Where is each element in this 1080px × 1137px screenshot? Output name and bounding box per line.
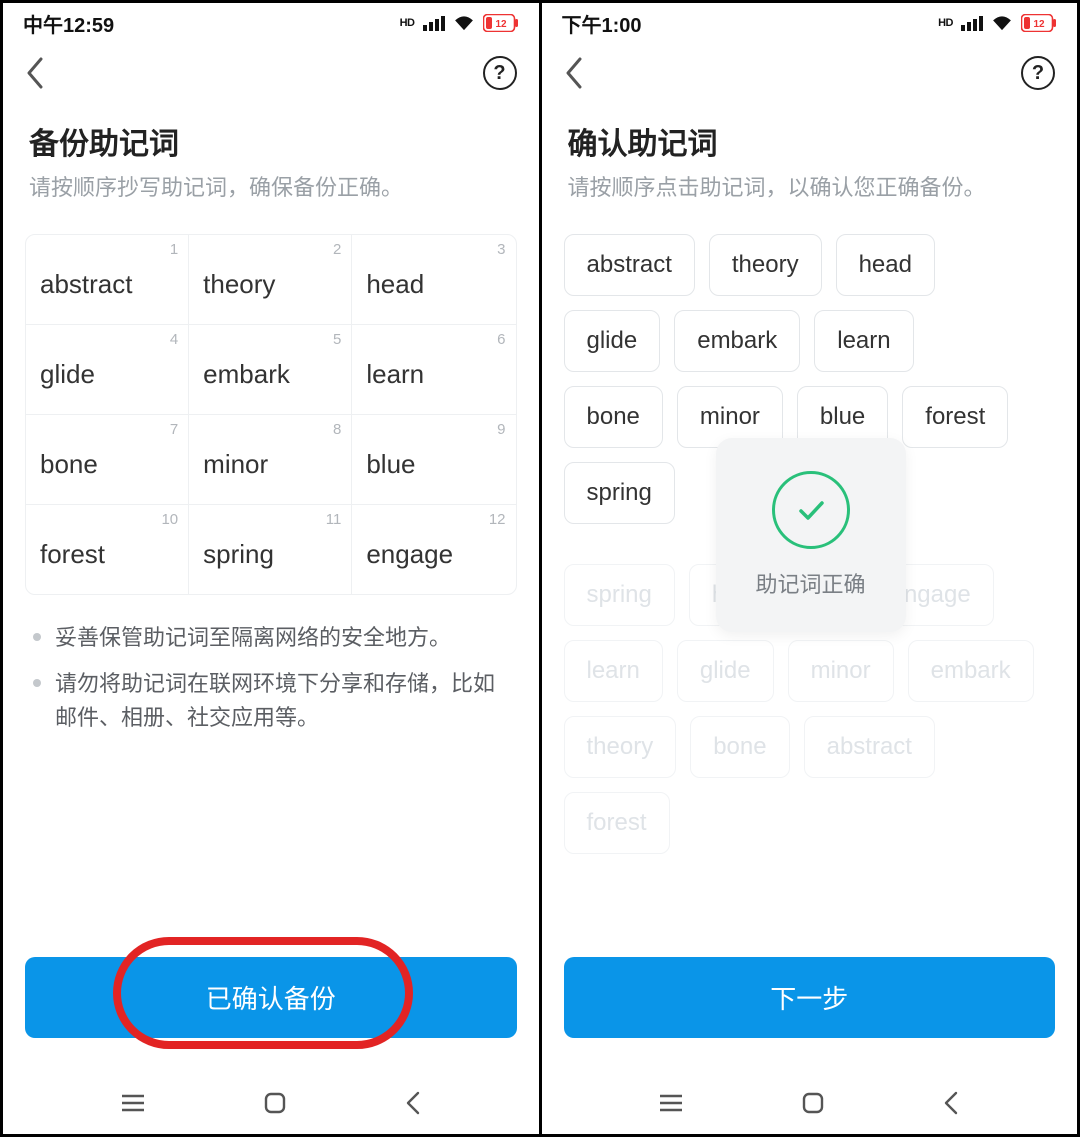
selected-word[interactable]: learn <box>814 310 913 372</box>
mnemonic-cell: 2theory <box>189 235 352 325</box>
mnemonic-cell: 7bone <box>26 415 189 505</box>
status-right: HD 12 <box>400 14 519 32</box>
selected-word[interactable]: bone <box>564 386 663 448</box>
help-icon[interactable]: ? <box>483 56 517 90</box>
mnemonic-word: learn <box>366 359 424 389</box>
page-title: 确认助记词 <box>568 119 1052 163</box>
status-bar: 中午12:59 HD 12 <box>3 3 539 43</box>
page-title: 备份助记词 <box>29 119 513 163</box>
bottom-nav <box>3 1090 539 1116</box>
mnemonic-word: glide <box>40 359 95 389</box>
heading: 确认助记词 请按顺序点击助记词，以确认您正确备份。 <box>542 103 1078 210</box>
signal-icon <box>423 15 445 31</box>
mnemonic-word: head <box>366 269 424 299</box>
selected-word[interactable]: theory <box>709 234 822 296</box>
mnemonic-word: minor <box>203 449 268 479</box>
mnemonic-cell: 1abstract <box>26 235 189 325</box>
mnemonic-word: blue <box>366 449 415 479</box>
pool-word[interactable]: spring <box>564 564 675 626</box>
status-time: 下午1:00 <box>562 9 642 38</box>
screen-confirm: 下午1:00 HD 12 ? 确认助记词 请按顺序点击助记 <box>542 3 1078 1134</box>
notes: 妥善保管助记词至隔离网络的安全地方。 请勿将助记词在联网环境下分享和存储，比如邮… <box>33 621 509 747</box>
wifi-icon <box>453 15 475 31</box>
success-toast: 助记词正确 <box>716 438 906 632</box>
battery-icon: 12 <box>1021 14 1057 32</box>
mnemonic-word: embark <box>203 359 290 389</box>
pool-word[interactable]: abstract <box>804 716 935 778</box>
mnemonic-word: theory <box>203 269 275 299</box>
mnemonic-word: engage <box>366 539 453 569</box>
back-icon[interactable] <box>25 57 45 89</box>
selected-word[interactable]: abstract <box>564 234 695 296</box>
pool-word[interactable]: theory <box>564 716 677 778</box>
heading: 备份助记词 请按顺序抄写助记词，确保备份正确。 <box>3 103 539 210</box>
bullet-icon <box>33 633 41 641</box>
mnemonic-confirm-area: abstract theory head glide embark learn … <box>564 234 1056 868</box>
mnemonic-cell: 3head <box>352 235 515 325</box>
hd-icon: HD <box>938 17 953 29</box>
pool-word[interactable]: forest <box>564 792 670 854</box>
pool-word[interactable]: minor <box>788 640 894 702</box>
bottom-nav <box>542 1090 1078 1116</box>
home-icon[interactable] <box>801 1091 825 1115</box>
wifi-icon <box>991 15 1013 31</box>
success-text: 助记词正确 <box>755 567 865 599</box>
selected-word[interactable]: embark <box>674 310 800 372</box>
mnemonic-cell: 12engage <box>352 505 515 594</box>
note-item: 妥善保管助记词至隔离网络的安全地方。 <box>33 621 509 655</box>
battery-icon: 12 <box>483 14 519 32</box>
selected-word[interactable]: forest <box>902 386 1008 448</box>
back-icon[interactable] <box>564 57 584 89</box>
mnemonic-word: bone <box>40 449 98 479</box>
mnemonic-cell: 4glide <box>26 325 189 415</box>
svg-text:12: 12 <box>495 19 507 30</box>
page-subtitle: 请按顺序点击助记词，以确认您正确备份。 <box>568 173 1052 204</box>
mnemonic-grid: 1abstract 2theory 3head 4glide 5embark 6… <box>25 234 517 595</box>
status-right: HD 12 <box>938 14 1057 32</box>
mnemonic-cell: 5embark <box>189 325 352 415</box>
selected-word[interactable]: glide <box>564 310 661 372</box>
next-step-button[interactable]: 下一步 <box>564 957 1056 1038</box>
mnemonic-word: forest <box>40 539 105 569</box>
note-item: 请勿将助记词在联网环境下分享和存储，比如邮件、相册、社交应用等。 <box>33 667 509 735</box>
screen-backup: 中午12:59 HD 12 ? 备份助记词 请按顺序抄写助 <box>3 3 542 1134</box>
pool-word[interactable]: bone <box>690 716 789 778</box>
bullet-icon <box>33 679 41 687</box>
hd-icon: HD <box>400 17 415 29</box>
mnemonic-cell: 6learn <box>352 325 515 415</box>
svg-text:12: 12 <box>1033 19 1045 30</box>
mnemonic-cell: 9blue <box>352 415 515 505</box>
top-nav: ? <box>542 43 1078 103</box>
pool-word[interactable]: embark <box>908 640 1034 702</box>
check-icon <box>772 471 850 549</box>
pool-word[interactable]: glide <box>677 640 774 702</box>
mnemonic-word: abstract <box>40 269 133 299</box>
signal-icon <box>961 15 983 31</box>
back-nav-icon[interactable] <box>942 1090 960 1116</box>
top-nav: ? <box>3 43 539 103</box>
mnemonic-cell: 8minor <box>189 415 352 505</box>
selected-word[interactable]: spring <box>564 462 675 524</box>
mnemonic-cell: 11spring <box>189 505 352 594</box>
status-time: 中午12:59 <box>23 9 114 38</box>
status-bar: 下午1:00 HD 12 <box>542 3 1078 43</box>
pool-word[interactable]: learn <box>564 640 663 702</box>
page-subtitle: 请按顺序抄写助记词，确保备份正确。 <box>29 173 513 204</box>
menu-icon[interactable] <box>120 1093 146 1113</box>
confirm-backup-button[interactable]: 已确认备份 <box>25 957 517 1038</box>
mnemonic-word: spring <box>203 539 274 569</box>
home-icon[interactable] <box>263 1091 287 1115</box>
back-nav-icon[interactable] <box>404 1090 422 1116</box>
selected-word[interactable]: head <box>836 234 935 296</box>
menu-icon[interactable] <box>658 1093 684 1113</box>
mnemonic-cell: 10forest <box>26 505 189 594</box>
help-icon[interactable]: ? <box>1021 56 1055 90</box>
